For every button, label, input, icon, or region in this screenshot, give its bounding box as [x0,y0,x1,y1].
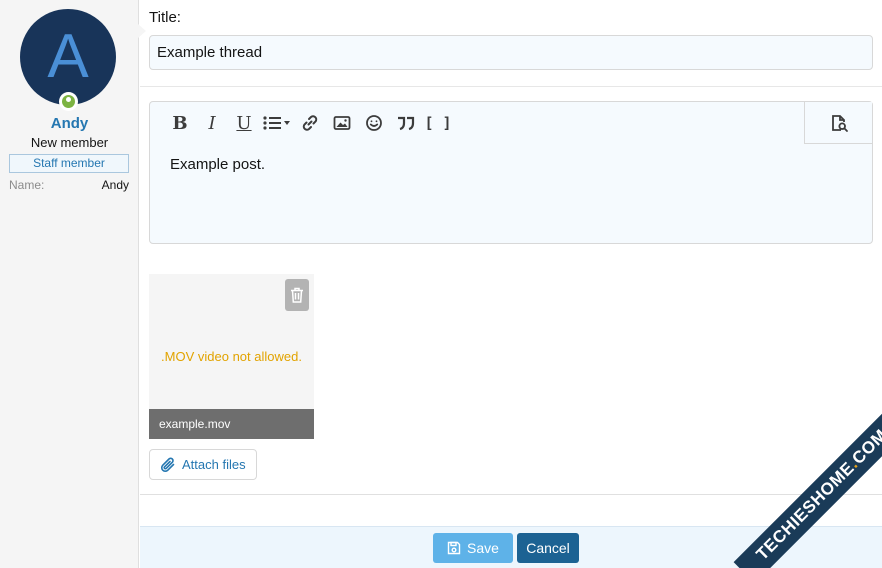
attach-files-button[interactable]: Attach files [149,449,257,480]
divider [140,86,882,87]
user-title: New member [30,135,109,150]
save-icon [447,541,461,555]
paperclip-icon [160,457,175,472]
staff-banner: Staff member [9,154,129,173]
code-glyph: [ ] [424,114,452,132]
editor-toolbar: B I U [] [150,102,806,144]
online-status-icon [59,92,78,111]
italic-icon[interactable]: I [196,107,228,139]
preview-icon[interactable] [804,102,872,144]
attachment-filename: example.mov [149,409,314,439]
quote-icon[interactable] [390,107,422,139]
attachment-thumbnail: .MOV video not allowed. example.mov [149,274,314,439]
trash-icon[interactable] [285,279,309,311]
cancel-button[interactable]: Cancel [517,533,579,563]
underline-glyph: U [236,112,252,134]
divider [140,494,882,495]
extra-field-value: Andy [101,178,129,192]
bold-glyph: B [172,112,188,134]
message-editor[interactable]: B I U [] Example post. [149,101,873,244]
extra-field-label: Name: [9,178,45,192]
title-input[interactable]: Example thread [149,35,873,70]
form-footer: Save Cancel [140,526,882,568]
smilie-icon[interactable] [358,107,390,139]
save-button[interactable]: Save [433,533,513,563]
editor-content[interactable]: Example post. [170,156,265,173]
post-form: Title: Example thread B I U [] Example … [140,0,882,568]
code-icon[interactable]: [ ] [422,107,454,139]
save-label: Save [467,540,499,556]
title-label: Title: [149,9,181,26]
avatar[interactable]: A [20,9,116,105]
list-icon[interactable] [260,107,294,139]
underline-icon[interactable]: U [228,107,260,139]
image-icon[interactable] [326,107,358,139]
username-link[interactable]: Andy [0,115,139,132]
user-panel: A Andy New member Staff member Name: And… [0,0,139,568]
attach-files-label: Attach files [182,457,246,472]
italic-glyph: I [208,112,216,134]
user-extra-field: Name: Andy [9,178,129,192]
link-icon[interactable] [294,107,326,139]
cancel-label: Cancel [526,540,570,556]
bold-icon[interactable]: B [164,107,196,139]
attachment-error: .MOV video not allowed. [161,349,302,364]
